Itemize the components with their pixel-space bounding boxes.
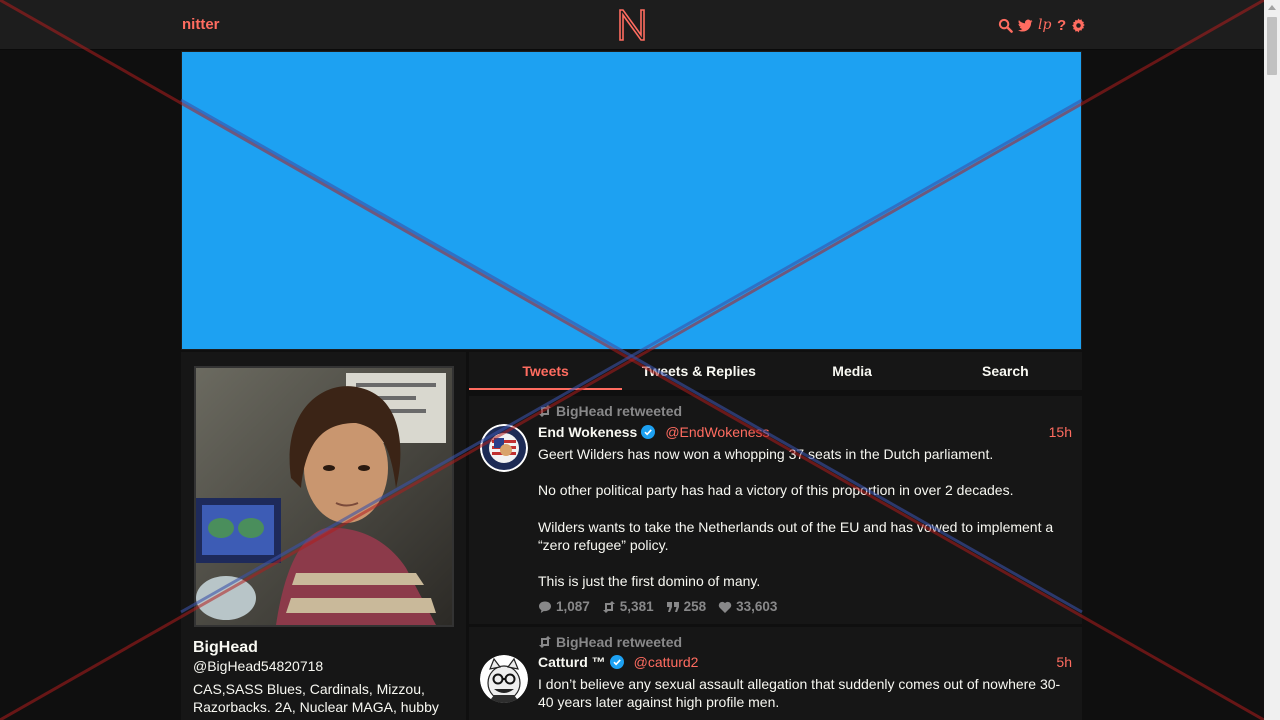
retweet-header: BigHead retweeted <box>538 634 682 650</box>
tweet-paragraph: I don’t believe any sexual assault alleg… <box>538 676 1061 711</box>
retweet-label: BigHead retweeted <box>556 634 683 650</box>
like-count: 33,603 <box>736 599 778 614</box>
tweet-username[interactable]: @catturd2 <box>634 654 699 670</box>
timeline-item[interactable]: BigHead retweeted End Wokeness @EndWoken… <box>469 396 1082 625</box>
tab-tweets-replies[interactable]: Tweets & Replies <box>622 352 775 390</box>
page-scrollbar[interactable] <box>1264 0 1280 720</box>
tweet-stats: 1,087 5,381 258 33,603 <box>538 599 777 614</box>
tweet-avatar[interactable] <box>480 655 528 703</box>
quote-stat[interactable]: 258 <box>666 599 707 614</box>
scroll-thumb[interactable] <box>1267 17 1277 75</box>
comment-icon <box>539 601 551 613</box>
retweet-stat[interactable]: 5,381 <box>602 599 654 614</box>
quote-icon <box>666 601 679 612</box>
timeline-tabs: Tweets Tweets & Replies Media Search <box>469 352 1082 390</box>
search-icon[interactable] <box>998 18 1013 33</box>
profile-banner[interactable] <box>181 51 1082 350</box>
tweet-fullname[interactable]: Catturd ™ <box>538 654 606 670</box>
retweet-label: BigHead retweeted <box>556 403 683 419</box>
tab-search[interactable]: Search <box>929 352 1082 390</box>
tweet-paragraph: Wilders wants to take the Netherlands ou… <box>538 518 1054 553</box>
tab-tweets[interactable]: Tweets <box>469 352 623 390</box>
help-icon[interactable]: ? <box>1057 17 1066 34</box>
gear-icon[interactable] <box>1071 17 1086 33</box>
profile-card: BigHead @BigHead54820718 CAS,SASS Blues,… <box>181 352 466 720</box>
tweet-date[interactable]: 5h <box>1056 654 1072 670</box>
tweet-avatar-image <box>480 424 528 472</box>
retweet-icon <box>539 405 551 417</box>
nav-icons: lp ? <box>998 16 1086 34</box>
tab-media[interactable]: Media <box>776 352 929 390</box>
heart-icon <box>718 601 732 613</box>
tweet-header: End Wokeness @EndWokeness 15h <box>538 423 1072 441</box>
quote-count: 258 <box>683 599 707 614</box>
retweet-icon <box>602 600 615 613</box>
profile-avatar[interactable] <box>194 366 454 627</box>
tweet-date[interactable]: 15h <box>1049 424 1072 440</box>
profile-fullname[interactable]: BigHead <box>193 639 258 657</box>
tweet-content: Geert Wilders has now won a whopping 37 … <box>538 445 1070 591</box>
scroll-up-icon[interactable] <box>1268 5 1276 10</box>
retweet-count: 5,381 <box>619 599 654 614</box>
like-stat[interactable]: 33,603 <box>718 599 777 614</box>
tweet-avatar-image <box>480 655 528 703</box>
brand-link[interactable]: nitter <box>182 16 220 33</box>
tweet-username[interactable]: @EndWokeness <box>665 424 769 440</box>
reply-stat[interactable]: 1,087 <box>538 599 590 614</box>
twitter-bird-icon[interactable] <box>1018 18 1033 33</box>
profile-username[interactable]: @BigHead54820718 <box>193 658 323 674</box>
navbar: nitter lp ? <box>0 0 1264 50</box>
nitter-logo-icon[interactable] <box>618 8 646 42</box>
retweet-icon <box>539 636 551 648</box>
tweet-paragraph: No other political party has had a victo… <box>538 482 1014 499</box>
tweet-paragraph: Geert Wilders has now won a whopping 37 … <box>538 446 994 462</box>
profile-avatar-image <box>196 368 452 625</box>
retweet-header: BigHead retweeted <box>538 403 682 419</box>
tweet-content: I don’t believe any sexual assault alleg… <box>538 675 1070 711</box>
liberapay-icon[interactable]: lp <box>1038 17 1052 34</box>
tweet-fullname[interactable]: End Wokeness <box>538 424 637 440</box>
verified-icon <box>609 655 624 669</box>
verified-icon <box>641 425 656 439</box>
timeline-item[interactable]: BigHead retweeted Catturd ™ @catturd2 5h… <box>469 627 1082 720</box>
profile-bio: CAS,SASS Blues, Cardinals, Mizzou, Razor… <box>193 681 439 715</box>
tweet-paragraph: This is just the first domino of many. <box>538 573 761 590</box>
tweet-avatar[interactable] <box>480 424 528 472</box>
tweet-header: Catturd ™ @catturd2 5h <box>538 653 1072 671</box>
reply-count: 1,087 <box>556 599 590 614</box>
